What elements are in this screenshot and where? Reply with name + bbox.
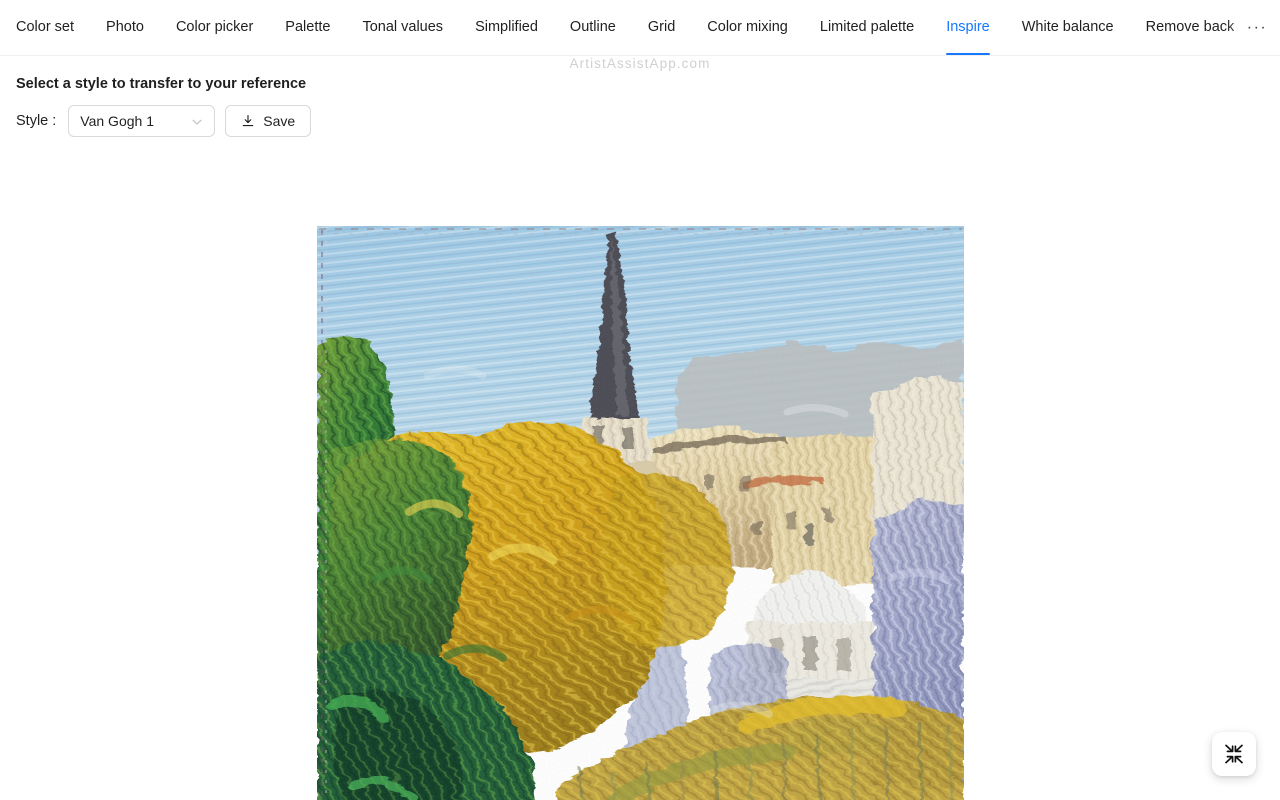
style-label: Style :: [16, 113, 57, 129]
tab-outline[interactable]: Outline: [570, 0, 616, 55]
tab-label: Remove background: [1145, 19, 1234, 36]
tab-label: Limited palette: [819, 19, 915, 36]
tab-overflow-button[interactable]: ···: [1234, 0, 1280, 55]
tab-label: Inspire: [946, 19, 990, 36]
tab-label: Photo: [106, 19, 144, 36]
tab-limited-palette[interactable]: Limited palette: [820, 0, 914, 55]
tab-white-balance[interactable]: White balance: [1022, 0, 1114, 55]
tab-simplified[interactable]: Simplified: [475, 0, 538, 55]
save-button[interactable]: Save: [225, 105, 312, 137]
tab-label: Palette: [285, 19, 331, 36]
tab-label: White balance: [1021, 19, 1114, 36]
tab-label: Outline: [569, 19, 616, 36]
main-tabbar: Color set Photo Color picker Palette Ton…: [0, 0, 1280, 56]
chevron-down-icon: [191, 115, 203, 127]
painting-canvas: [317, 226, 964, 800]
tab-label: Grid: [647, 19, 676, 36]
style-transfer-result-image[interactable]: [317, 226, 964, 800]
tab-label: Simplified: [475, 19, 538, 36]
tab-label: Tonal values: [362, 19, 444, 36]
exit-fullscreen-button[interactable]: [1212, 732, 1256, 776]
main-content: Select a style to transfer to your refer…: [0, 76, 1280, 800]
tab-palette[interactable]: Palette: [285, 0, 330, 55]
tab-remove-background[interactable]: Remove background: [1146, 0, 1234, 55]
style-controls: Style : Van Gogh 1 Save: [16, 105, 1280, 137]
tab-label: Color picker: [175, 19, 254, 36]
tab-grid[interactable]: Grid: [648, 0, 675, 55]
tab-label: Color mixing: [707, 19, 788, 36]
style-select-value: Van Gogh 1: [80, 113, 154, 129]
tab-inspire[interactable]: Inspire: [946, 0, 990, 55]
tabs-scroller[interactable]: Color set Photo Color picker Palette Ton…: [0, 0, 1234, 55]
download-icon: [241, 114, 255, 128]
tab-color-picker[interactable]: Color picker: [176, 0, 253, 55]
tab-label: Color set: [16, 19, 75, 36]
tab-color-mixing[interactable]: Color mixing: [707, 0, 788, 55]
style-select[interactable]: Van Gogh 1: [68, 105, 216, 137]
tab-photo[interactable]: Photo: [106, 0, 144, 55]
watermark: ArtistAssistApp.com: [569, 56, 711, 71]
app-root: Color set Photo Color picker Palette Ton…: [0, 0, 1280, 800]
page-title: Select a style to transfer to your refer…: [16, 76, 307, 92]
compress-icon: [1224, 744, 1244, 764]
tab-color-set[interactable]: Color set: [16, 0, 74, 55]
save-button-label: Save: [263, 113, 296, 129]
tab-tonal-values[interactable]: Tonal values: [362, 0, 443, 55]
